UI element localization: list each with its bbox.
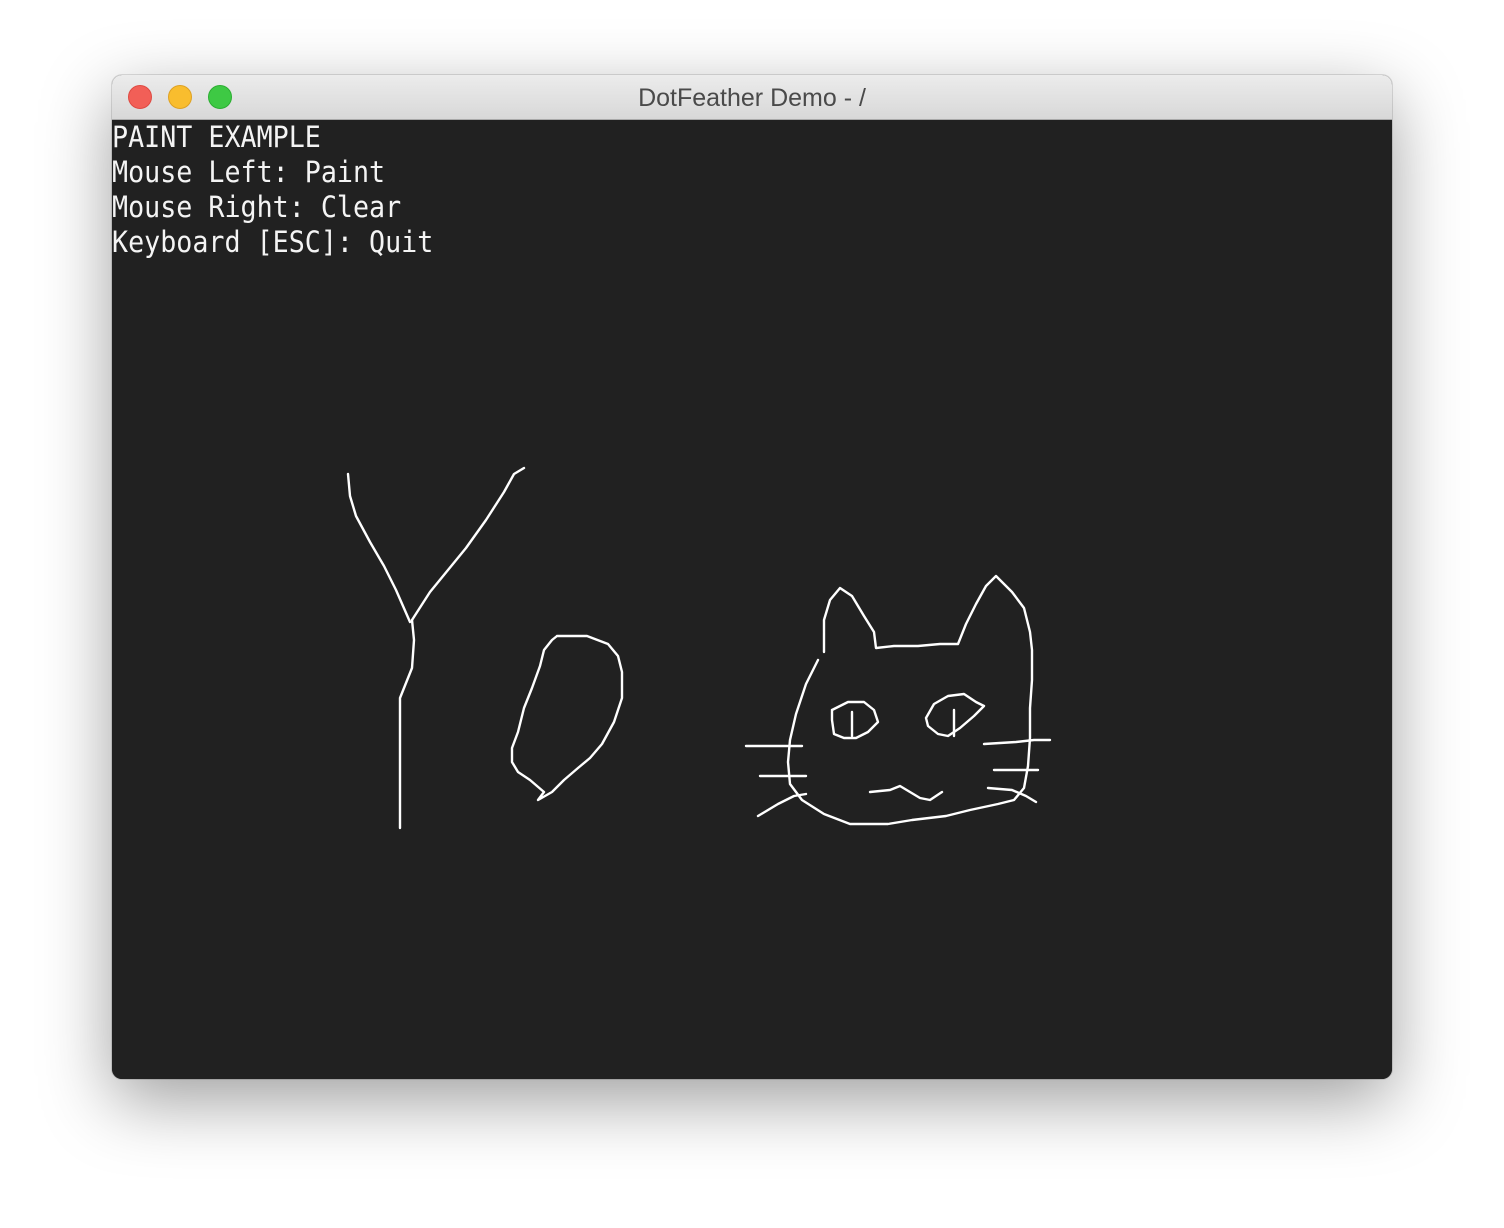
stroke-cat-mouth	[868, 784, 944, 802]
title-bar[interactable]: DotFeather Demo - /	[112, 75, 1392, 120]
stroke-cat-left-eye	[830, 700, 880, 740]
stroke-y-right-arm	[410, 466, 526, 622]
stroke-cat-head	[786, 574, 1034, 826]
window-title: DotFeather Demo - /	[638, 84, 866, 112]
stroke-y-left-arm	[346, 472, 412, 624]
stroke-o-loop	[510, 634, 624, 802]
app-window: DotFeather Demo - / PAINT EXAMPLE Mouse …	[112, 75, 1392, 1079]
stroke-y-stem	[398, 618, 416, 830]
painted-strokes	[346, 466, 1052, 830]
stroke-cat-whisker-right-top	[982, 738, 1052, 746]
paint-canvas[interactable]: PAINT EXAMPLE Mouse Left: Paint Mouse Ri…	[112, 120, 1392, 1079]
